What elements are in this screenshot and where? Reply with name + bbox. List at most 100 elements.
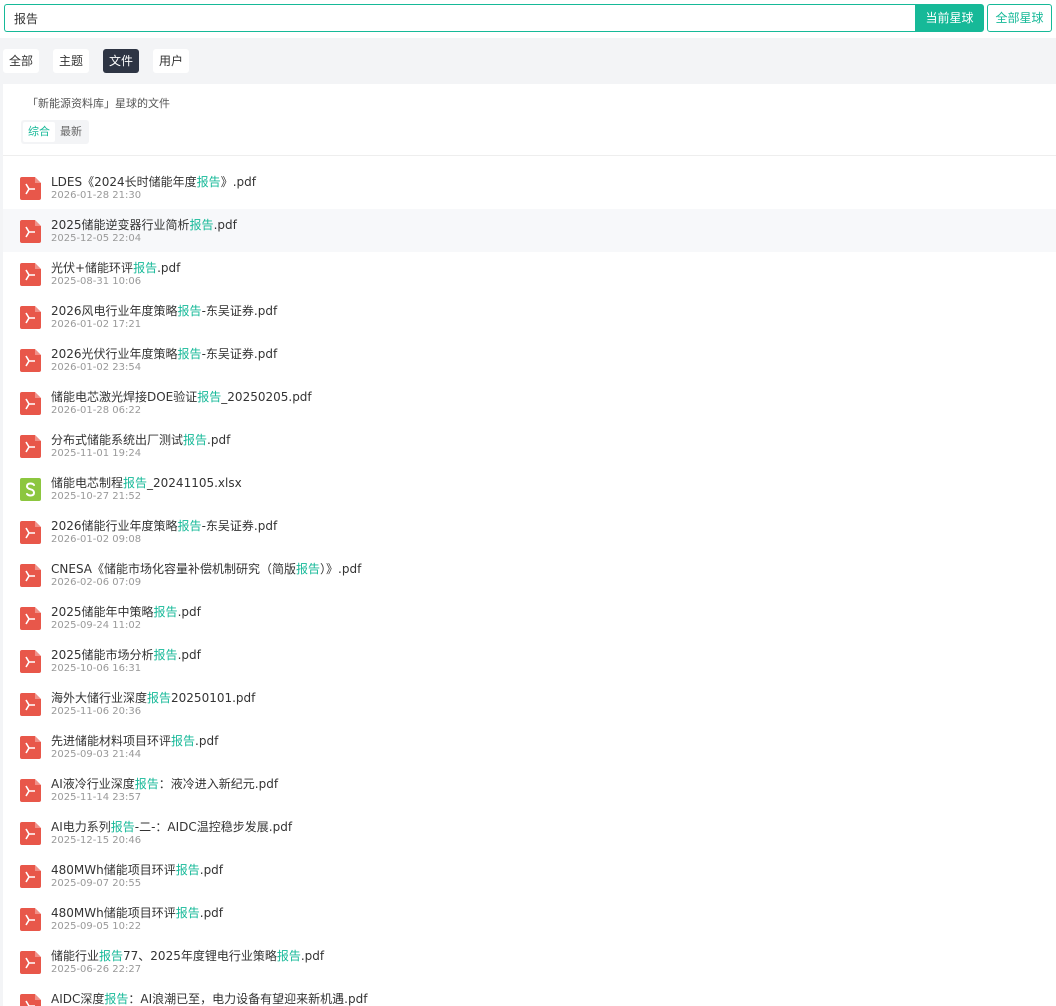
file-list: LDES《2024长时储能年度报告》.pdf 2026-01-28 21:30 20… [3, 166, 1056, 1006]
file-name[interactable]: 2026光伏行业年度策略报告-东吴证券.pdf [51, 345, 277, 362]
file-list-item[interactable]: LDES《2024长时储能年度报告》.pdf 2026-01-28 21:30 [3, 166, 1056, 209]
file-date: 2026-01-02 17:21 [51, 319, 142, 330]
sort-toggle: 综合 最新 [21, 120, 89, 144]
sort-comprehensive-button[interactable]: 综合 [23, 122, 55, 142]
file-name[interactable]: 分布式储能系统出厂测试报告.pdf [51, 431, 230, 448]
file-list-item[interactable]: 480MWh储能项目环评报告.pdf 2025-09-05 10:22 [3, 897, 1056, 940]
file-name[interactable]: 储能行业报告77、2025年度锂电行业策略报告.pdf [51, 947, 324, 964]
file-name[interactable]: 2026风电行业年度策略报告-东吴证券.pdf [51, 302, 277, 319]
file-list-item[interactable]: 储能行业报告77、2025年度锂电行业策略报告.pdf 2025-06-26 22… [3, 940, 1056, 983]
file-name-highlight: 报告 [104, 992, 129, 1006]
file-list-item[interactable]: 2025储能逆变器行业简析报告.pdf 2025-12-05 22:04 [3, 209, 1056, 252]
file-list-item[interactable]: AI液冷行业深度报告：液冷进入新纪元.pdf 2025-11-14 23:57 [3, 768, 1056, 811]
file-name-highlight: 报告 [175, 906, 200, 920]
sort-latest-button[interactable]: 最新 [55, 122, 87, 142]
all-planets-button[interactable]: 全部星球 [987, 4, 1052, 32]
pdf-icon [20, 392, 41, 415]
file-list-item[interactable]: 储能电芯制程报告_20241105.xlsx 2025-10-27 21:52 [3, 467, 1056, 510]
file-name[interactable]: AI液冷行业深度报告：液冷进入新纪元.pdf [51, 775, 278, 792]
file-name-text: -二-：AIDC温控稳步发展.pdf [134, 820, 293, 834]
file-date: 2025-09-05 10:22 [51, 921, 142, 932]
file-name-text: AIDC深度 [51, 992, 105, 1006]
file-name-text: ：液冷进入新纪元.pdf [158, 777, 279, 791]
file-date: 2025-12-15 20:46 [51, 835, 142, 846]
file-name[interactable]: AI电力系列报告-二-：AIDC温控稳步发展.pdf [51, 818, 292, 835]
pdf-icon [20, 349, 41, 372]
file-list-item[interactable]: CNESA《储能市场化容量补偿机制研究（简版报告）》.pdf 2026-02-06… [3, 553, 1056, 596]
file-name[interactable]: 480MWh储能项目环评报告.pdf [51, 904, 223, 921]
file-list-item[interactable]: 480MWh储能项目环评报告.pdf 2025-09-07 20:55 [3, 854, 1056, 897]
file-date: 2026-01-02 09:08 [51, 534, 142, 545]
file-name-highlight: 报告 [110, 820, 135, 834]
file-name-text: 2026风电行业年度策略 [51, 304, 178, 318]
file-list-item[interactable]: 2025储能市场分析报告.pdf 2025-10-06 16:31 [3, 639, 1056, 682]
file-name-text: .pdf [177, 648, 201, 662]
file-name-highlight: 报告 [296, 562, 321, 576]
pdf-icon [20, 607, 41, 630]
file-date: 2025-09-03 21:44 [51, 749, 142, 760]
file-date: 2025-11-14 23:57 [51, 792, 142, 803]
file-name[interactable]: AIDC深度报告：AI浪潮已至，电力设备有望迎来新机遇.pdf [51, 990, 367, 1006]
file-name-text: .pdf [300, 949, 325, 963]
file-name-text: 20250101.pdf [171, 691, 256, 705]
tab-users[interactable]: 用户 [153, 49, 190, 73]
file-list-item[interactable]: 储能电芯激光焊接DOE验证报告_20250205.pdf 2026-01-28 0… [3, 381, 1056, 424]
pdf-icon [20, 908, 41, 931]
file-list-item[interactable]: AIDC深度报告：AI浪潮已至，电力设备有望迎来新机遇.pdf [3, 983, 1056, 1006]
file-name[interactable]: 储能电芯激光焊接DOE验证报告_20250205.pdf [51, 388, 312, 405]
file-name-text: 分布式储能系统出厂测试 [51, 433, 184, 447]
pdf-icon [20, 693, 41, 716]
file-name-text: .pdf [157, 261, 181, 275]
file-name[interactable]: 储能电芯制程报告_20241105.xlsx [51, 474, 242, 491]
file-name-highlight: 报告 [99, 949, 124, 963]
file-name-highlight: 报告 [153, 605, 178, 619]
file-name[interactable]: 2025储能市场分析报告.pdf [51, 646, 201, 663]
file-name[interactable]: 480MWh储能项目环评报告.pdf [51, 861, 223, 878]
file-list-item[interactable]: 2026光伏行业年度策略报告-东吴证券.pdf 2026-01-02 23:54 [3, 338, 1056, 381]
file-date: 2025-11-06 20:36 [51, 706, 142, 717]
file-date: 2026-01-02 23:54 [51, 362, 142, 373]
pdf-icon [20, 564, 41, 587]
file-list-item[interactable]: 海外大储行业深度报告20250101.pdf 2025-11-06 20:36 [3, 682, 1056, 725]
file-name-text: AI液冷行业深度 [51, 777, 135, 791]
file-name[interactable]: 2025储能逆变器行业简析报告.pdf [51, 216, 237, 233]
tab-all[interactable]: 全部 [3, 49, 40, 73]
tab-topics[interactable]: 主题 [53, 49, 90, 73]
pdf-icon [20, 822, 41, 845]
file-list-item[interactable]: 先进储能材料项目环评报告.pdf 2025-09-03 21:44 [3, 725, 1056, 768]
file-name-text: 先进储能材料项目环评 [51, 734, 172, 748]
file-name[interactable]: CNESA《储能市场化容量补偿机制研究（简版报告）》.pdf [51, 560, 361, 577]
file-name-highlight: 报告 [276, 949, 301, 963]
file-list-item[interactable]: 光伏+储能环评报告.pdf 2025-08-31 10:06 [3, 252, 1056, 295]
file-name[interactable]: 2026储能行业年度策略报告-东吴证券.pdf [51, 517, 277, 534]
file-name-text: _20250205.pdf [221, 390, 312, 404]
file-list-item[interactable]: 2025储能年中策略报告.pdf 2025-09-24 11:02 [3, 596, 1056, 639]
file-name-highlight: 报告 [147, 691, 172, 705]
file-name-highlight: 报告 [183, 433, 208, 447]
current-planet-button[interactable]: 当前星球 [915, 4, 984, 32]
file-name-text: 480MWh储能项目环评 [51, 863, 176, 877]
file-date: 2025-10-27 21:52 [51, 491, 142, 502]
file-date: 2025-06-26 22:27 [51, 964, 142, 975]
file-name[interactable]: 光伏+储能环评报告.pdf [51, 259, 180, 276]
search-input-wrapper[interactable] [4, 4, 916, 32]
file-name-text: .pdf [207, 433, 231, 447]
file-list-item[interactable]: 2026储能行业年度策略报告-东吴证券.pdf 2026-01-02 09:08 [3, 510, 1056, 553]
file-list-item[interactable]: 分布式储能系统出厂测试报告.pdf 2025-11-01 19:24 [3, 424, 1056, 467]
file-list-item[interactable]: AI电力系列报告-二-：AIDC温控稳步发展.pdf 2025-12-15 20:… [3, 811, 1056, 854]
file-name[interactable]: LDES《2024长时储能年度报告》.pdf [51, 173, 256, 190]
file-date: 2025-09-07 20:55 [51, 878, 142, 889]
file-name[interactable]: 海外大储行业深度报告20250101.pdf [51, 689, 255, 706]
tab-files[interactable]: 文件 [103, 49, 140, 73]
xlsx-icon [20, 478, 41, 501]
file-name-highlight: 报告 [177, 347, 202, 361]
file-name[interactable]: 先进储能材料项目环评报告.pdf [51, 732, 218, 749]
search-input[interactable] [5, 5, 916, 31]
file-list-item[interactable]: 2026风电行业年度策略报告-东吴证券.pdf 2026-01-02 17:21 [3, 295, 1056, 338]
file-name-text: 储能行业 [51, 949, 100, 963]
file-name-highlight: 报告 [175, 863, 200, 877]
divider [3, 155, 1056, 156]
file-name[interactable]: 2025储能年中策略报告.pdf [51, 603, 201, 620]
pdf-icon [20, 263, 41, 286]
file-date: 2025-12-05 22:04 [51, 233, 142, 244]
